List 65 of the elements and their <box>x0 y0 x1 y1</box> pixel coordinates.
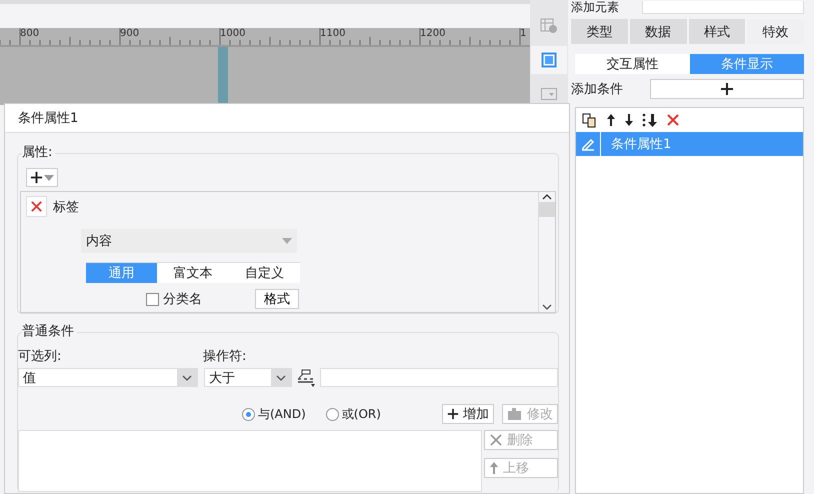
dialog-title: 条件属性1 <box>18 110 78 127</box>
scrollbar-thumb[interactable] <box>539 202 555 217</box>
ruler-label: 1200 <box>420 28 446 41</box>
add-button[interactable]: 增加 <box>442 404 494 424</box>
group-legend: 属性: <box>22 145 56 161</box>
content-select[interactable]: 内容 <box>81 229 297 253</box>
caret-icon <box>44 174 54 180</box>
operator-label: 操作符: <box>203 348 248 365</box>
caret-icon <box>282 238 292 244</box>
tool-button[interactable] <box>531 46 567 74</box>
plus-icon <box>30 171 43 184</box>
add-condition-label: 添加条件 <box>571 81 623 98</box>
chevron-up-icon <box>542 194 552 200</box>
ruler-label: 1100 <box>320 28 346 41</box>
move-bottom-icon <box>642 112 658 128</box>
chevron-down-icon <box>276 374 286 380</box>
logic-radio[interactable]: 或(OR) <box>326 406 381 422</box>
radio[interactable] <box>326 408 339 420</box>
arrow-down-icon <box>624 113 634 127</box>
tab[interactable]: 类型 <box>571 19 628 44</box>
category-checkbox[interactable]: 分类名 <box>146 290 246 308</box>
tab[interactable]: 数据 <box>630 19 686 44</box>
add-condition-button[interactable] <box>650 79 804 99</box>
arrow-up-icon <box>606 113 616 127</box>
format-button[interactable]: 格式 <box>255 289 299 309</box>
toolbar-button[interactable] <box>624 113 634 127</box>
column-select[interactable]: 值 <box>18 368 198 387</box>
scrollbar[interactable] <box>538 192 555 312</box>
copy-icon <box>582 112 598 128</box>
remove-button[interactable] <box>26 196 47 217</box>
plus-icon <box>447 408 459 420</box>
logic-radio[interactable]: 与(AND) <box>242 406 306 422</box>
formula-type-icon <box>296 368 316 386</box>
sub-tab[interactable]: 交互属性 <box>575 54 690 74</box>
plus-icon <box>720 82 734 96</box>
ruler-label: 1000 <box>220 28 246 41</box>
pencil-icon <box>581 137 595 151</box>
frame-icon <box>541 52 557 68</box>
add-element-field[interactable] <box>642 1 804 14</box>
attribute-name: 标签 <box>53 198 79 216</box>
checkbox[interactable] <box>146 292 159 306</box>
value-input[interactable] <box>320 368 558 387</box>
column-label: 可选列: <box>18 348 62 365</box>
table-info-icon <box>540 18 558 34</box>
group-legend: 普通条件 <box>22 324 77 340</box>
arrow-up-icon <box>489 461 499 475</box>
toolbar-button[interactable] <box>642 112 658 128</box>
toolbar-button[interactable] <box>606 113 616 127</box>
condition-label: 条件属性1 <box>610 136 672 153</box>
close-icon <box>666 113 680 127</box>
column-marker <box>218 47 228 105</box>
close-icon <box>30 200 43 213</box>
add-element-label: 添加元素 <box>571 1 619 14</box>
chevron-down-icon <box>542 304 552 310</box>
operator-select[interactable]: 大于 <box>204 368 292 387</box>
toolbar-button[interactable] <box>582 112 598 128</box>
chevron-down-icon <box>182 374 192 380</box>
ruler-label: 900 <box>120 28 140 41</box>
add-attribute-button[interactable] <box>26 168 58 187</box>
tab[interactable]: 样式 <box>688 19 746 44</box>
dropdown-icon <box>541 88 557 100</box>
ruler-label: 1 <box>520 28 526 41</box>
radio[interactable] <box>242 408 255 420</box>
close-icon <box>489 433 503 447</box>
ruler-label: 800 <box>20 28 40 41</box>
